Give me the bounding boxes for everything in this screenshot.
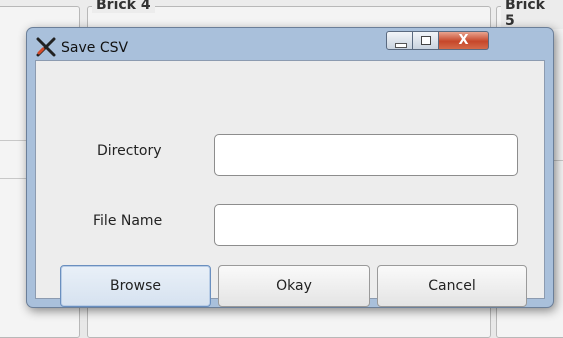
- minimize-icon: [395, 43, 407, 48]
- brick-5-title: Brick 5: [501, 0, 563, 29]
- directory-label: Directory: [97, 143, 162, 159]
- okay-button[interactable]: Okay: [218, 265, 370, 307]
- dialog-body: Directory File Name Browse Okay Cancel: [35, 60, 545, 307]
- save-csv-dialog: Save CSV X Directory File Name Browse Ok…: [26, 27, 554, 308]
- close-button[interactable]: X: [439, 31, 489, 50]
- maximize-button[interactable]: [413, 31, 439, 50]
- minimize-button[interactable]: [386, 31, 413, 50]
- file-name-input[interactable]: [214, 204, 518, 246]
- file-name-label: File Name: [93, 213, 163, 229]
- directory-input[interactable]: [214, 134, 518, 176]
- dialog-title: Save CSV: [61, 40, 129, 56]
- dialog-titlebar[interactable]: Save CSV X: [27, 28, 553, 60]
- maximize-icon: [421, 36, 431, 45]
- brick-4-title: Brick 4: [92, 0, 155, 13]
- cancel-button[interactable]: Cancel: [377, 265, 527, 307]
- browse-button[interactable]: Browse: [60, 265, 211, 307]
- close-icon: X: [458, 33, 469, 48]
- crossed-tools-icon: [35, 37, 57, 57]
